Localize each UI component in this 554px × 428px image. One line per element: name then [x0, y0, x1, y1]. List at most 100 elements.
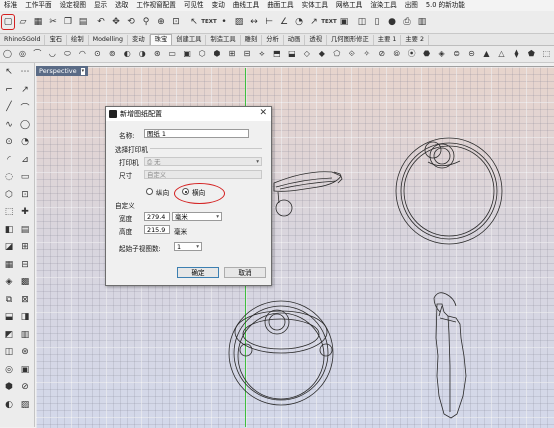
jewelry-tool-button-19[interactable]: ⬓: [286, 48, 297, 60]
left-tool-button-8[interactable]: ⊙: [2, 135, 16, 149]
portrait-radio[interactable]: [146, 188, 153, 195]
menu-item-13[interactable]: 出图: [401, 0, 422, 11]
left-tool-button-19[interactable]: ▤: [18, 223, 32, 237]
tab-4[interactable]: 变动: [128, 35, 150, 45]
left-tool-button-4[interactable]: ╱: [2, 100, 16, 114]
left-tool-button-12[interactable]: ◌: [2, 170, 16, 184]
viewport-title-tab[interactable]: Perspective ▾: [36, 66, 89, 76]
jewelry-tool-button-21[interactable]: ◆: [316, 48, 327, 60]
zoom-extents-button[interactable]: ⊕: [155, 15, 167, 29]
left-tool-button-13[interactable]: ▭: [18, 170, 32, 184]
menu-item-1[interactable]: 工作平面: [21, 0, 55, 11]
menu-item-11[interactable]: 网格工具: [332, 0, 366, 11]
left-tool-button-28[interactable]: ⬓: [2, 310, 16, 324]
width-unit-select[interactable]: 毫米 ▾: [172, 212, 222, 221]
left-tool-button-9[interactable]: ◔: [18, 135, 32, 149]
menu-item-5[interactable]: 工作视窗配置: [132, 0, 180, 11]
material-button[interactable]: ●: [386, 15, 398, 29]
left-tool-button-2[interactable]: ⌐: [2, 83, 16, 97]
layout-button[interactable]: ▯: [371, 15, 383, 29]
menu-item-14[interactable]: 5.0 的新功能: [422, 0, 469, 11]
menu-item-10[interactable]: 实体工具: [298, 0, 332, 11]
menu-item-2[interactable]: 设定视图: [56, 0, 90, 11]
jewelry-tool-button-36[interactable]: ⬚: [541, 48, 552, 60]
close-icon[interactable]: ✕: [259, 108, 267, 118]
cut-button[interactable]: ✂: [47, 15, 59, 29]
menu-item-8[interactable]: 曲线工具: [229, 0, 263, 11]
menu-item-4[interactable]: 选取: [111, 0, 132, 11]
name-input[interactable]: 图纸 1: [144, 129, 249, 138]
jewelry-tool-button-27[interactable]: ⦿: [406, 48, 417, 60]
left-tool-button-16[interactable]: ⬚: [2, 205, 16, 219]
viewport-menu-arrow-icon[interactable]: ▾: [80, 67, 86, 75]
menu-item-6[interactable]: 可见性: [180, 0, 208, 11]
left-tool-button-35[interactable]: ▣: [18, 363, 32, 377]
new-file-button[interactable]: ▢: [1, 14, 15, 30]
open-file-button[interactable]: ▱: [17, 15, 29, 29]
jewelry-tool-button-26[interactable]: ⦾: [391, 48, 402, 60]
jewelry-tool-button-33[interactable]: △: [496, 48, 507, 60]
left-tool-button-11[interactable]: ⊿: [18, 153, 32, 167]
jewelry-tool-button-10[interactable]: ⊛: [152, 48, 163, 60]
tab-3[interactable]: Modelling: [89, 35, 129, 45]
left-tool-button-38[interactable]: ◐: [2, 398, 16, 412]
zoom-window-button[interactable]: ⊡: [170, 15, 182, 29]
jewelry-tool-button-14[interactable]: ⬢: [212, 48, 223, 60]
jewelry-tool-button-16[interactable]: ⊟: [242, 48, 253, 60]
tab-0[interactable]: Rhino5Gold: [0, 35, 46, 45]
left-tool-button-30[interactable]: ◩: [2, 328, 16, 342]
left-tool-button-3[interactable]: ↗: [18, 83, 32, 97]
radius-button[interactable]: ◔: [293, 15, 305, 29]
left-tool-button-1[interactable]: ⋯: [18, 65, 32, 79]
left-tool-button-5[interactable]: ⌒: [18, 100, 32, 114]
left-tool-button-18[interactable]: ◧: [2, 223, 16, 237]
jewelry-tool-button-8[interactable]: ◐: [122, 48, 133, 60]
left-tool-button-15[interactable]: ⊡: [18, 188, 32, 202]
jewelry-tool-button-3[interactable]: ◡: [47, 48, 58, 60]
jewelry-tool-button-15[interactable]: ⊞: [227, 48, 238, 60]
menu-item-9[interactable]: 曲面工具: [263, 0, 297, 11]
menu-item-7[interactable]: 变动: [208, 0, 229, 11]
left-tool-button-21[interactable]: ⊞: [18, 240, 32, 254]
left-tool-button-17[interactable]: ✚: [18, 205, 32, 219]
left-tool-button-31[interactable]: ▥: [18, 328, 32, 342]
left-tool-button-20[interactable]: ◪: [2, 240, 16, 254]
left-tool-button-26[interactable]: ⧉: [2, 293, 16, 307]
tab-6[interactable]: 创建工具: [172, 35, 207, 45]
undo-button[interactable]: ↶: [95, 15, 107, 29]
jewelry-tool-button-9[interactable]: ◑: [137, 48, 148, 60]
angle-button[interactable]: ∠: [278, 15, 290, 29]
tab-5[interactable]: 珠宝: [149, 34, 173, 45]
tab-12[interactable]: 几何图形修正: [327, 35, 374, 45]
text-button[interactable]: TEXT: [201, 15, 217, 29]
jewelry-tool-button-30[interactable]: ⊜: [451, 48, 462, 60]
copy-button[interactable]: ❐: [62, 15, 74, 29]
detail-button[interactable]: ◫: [356, 15, 368, 29]
jewelry-tool-button-5[interactable]: ◠: [77, 48, 88, 60]
jewelry-tool-button-2[interactable]: ⌒: [32, 48, 43, 60]
height-input[interactable]: 215.9: [144, 225, 170, 234]
left-tool-button-29[interactable]: ◨: [18, 310, 32, 324]
left-tool-button-32[interactable]: ◫: [2, 345, 16, 359]
jewelry-tool-button-6[interactable]: ⊙: [92, 48, 103, 60]
left-tool-button-24[interactable]: ◈: [2, 275, 16, 289]
tab-8[interactable]: 雕刻: [241, 35, 263, 45]
jewelry-tool-button-13[interactable]: ⬡: [197, 48, 208, 60]
tab-9[interactable]: 分析: [262, 35, 284, 45]
paste-button[interactable]: ▤: [77, 15, 89, 29]
jewelry-tool-button-23[interactable]: ⟐: [346, 48, 357, 60]
cancel-button[interactable]: 取消: [224, 267, 266, 278]
left-tool-button-25[interactable]: ▩: [18, 275, 32, 289]
jewelry-tool-button-0[interactable]: ◯: [2, 48, 13, 60]
menu-item-12[interactable]: 渲染工具: [366, 0, 400, 11]
zoom-button[interactable]: ⚲: [140, 15, 152, 29]
jewelry-tool-button-1[interactable]: ◎: [17, 48, 28, 60]
left-tool-button-22[interactable]: ▦: [2, 258, 16, 272]
leader-button[interactable]: ↗: [308, 15, 320, 29]
print-button[interactable]: ⎙: [401, 15, 413, 29]
tab-1[interactable]: 宝石: [45, 35, 68, 45]
jewelry-tool-button-11[interactable]: ▭: [167, 48, 178, 60]
tab-10[interactable]: 动画: [284, 35, 306, 45]
text-field-button[interactable]: TEXT: [321, 15, 337, 29]
left-tool-button-37[interactable]: ⊘: [18, 380, 32, 394]
